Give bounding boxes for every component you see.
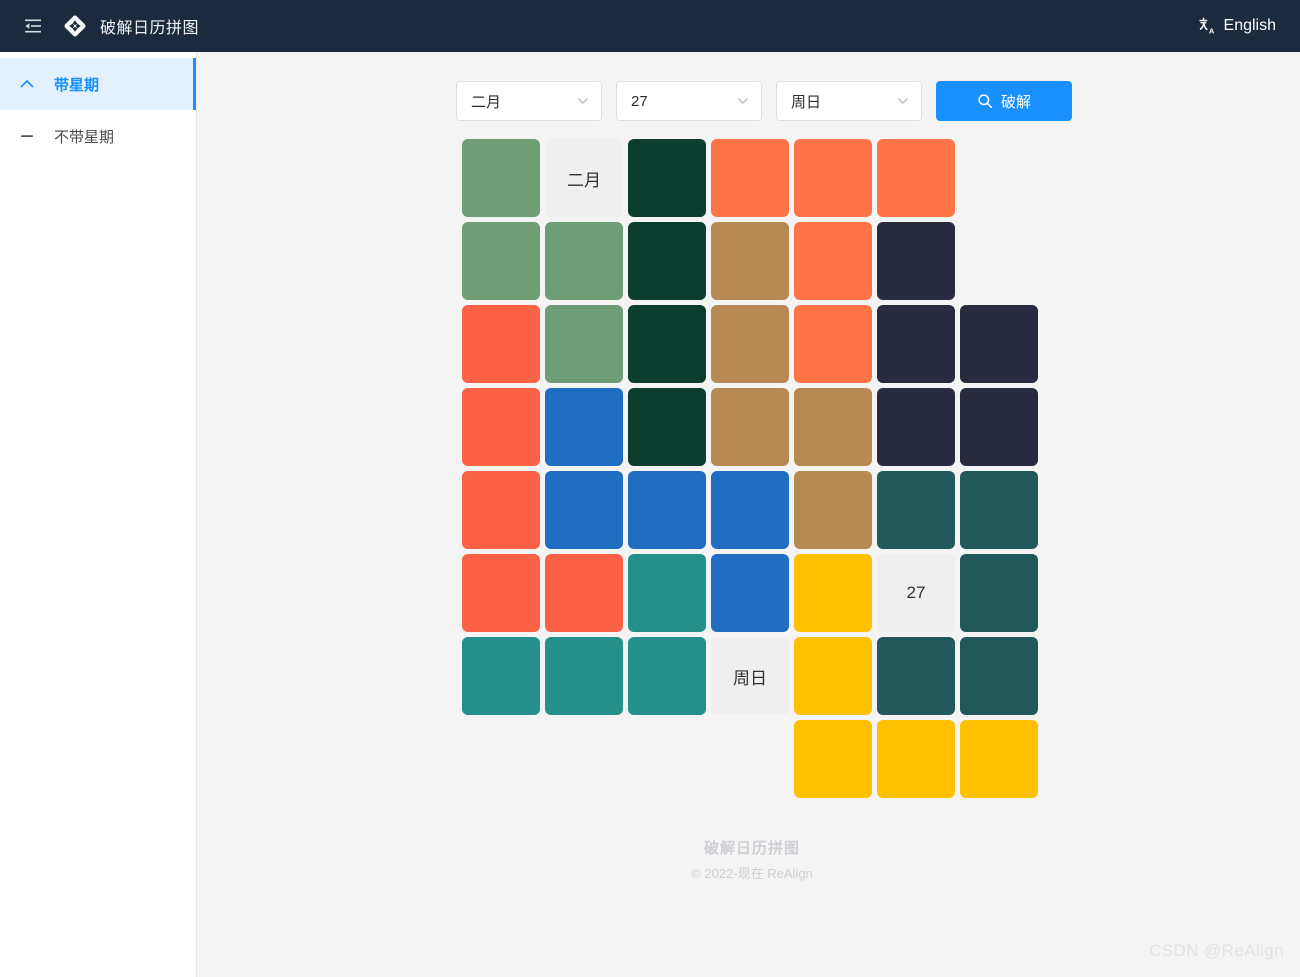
sidebar-item-without-weekday[interactable]: 不带星期 — [0, 110, 196, 162]
puzzle-toolbar: 二月 27 周日 破解 — [197, 52, 1300, 121]
board-cell-piece[interactable] — [628, 637, 706, 715]
month-select[interactable]: 二月 — [456, 81, 602, 121]
board-cell-piece[interactable] — [877, 471, 955, 549]
board-cell-piece[interactable] — [545, 222, 623, 300]
board-cell-piece[interactable] — [711, 388, 789, 466]
chevron-up-icon — [16, 73, 38, 95]
board-cell-empty — [545, 720, 623, 798]
header-left-group: 破解日历拼图 — [18, 11, 199, 41]
board-cell-piece[interactable] — [462, 554, 540, 632]
board-cell-piece[interactable] — [628, 554, 706, 632]
board-cell-label[interactable]: 周日 — [711, 637, 789, 715]
board-cell-piece[interactable] — [545, 471, 623, 549]
board-cell-piece[interactable] — [462, 388, 540, 466]
weekday-select[interactable]: 周日 — [776, 81, 922, 121]
board-cell-piece[interactable] — [462, 471, 540, 549]
board-cell-piece[interactable] — [711, 139, 789, 217]
chevron-down-icon — [578, 98, 588, 104]
board-cell-piece[interactable] — [960, 388, 1038, 466]
day-select-value: 27 — [631, 92, 648, 110]
board-cell-piece[interactable] — [877, 305, 955, 383]
search-icon — [978, 94, 992, 108]
board-cell-label[interactable]: 二月 — [545, 139, 623, 217]
board-cell-empty — [711, 720, 789, 798]
svg-text:A: A — [1208, 27, 1214, 36]
main-content: 二月 27 周日 破解 二月 27 周日 破解日历拼图 © 2022-现在 Re… — [197, 52, 1300, 977]
sidebar-item-label: 不带星期 — [54, 128, 115, 146]
board-cell-piece[interactable] — [545, 554, 623, 632]
board-cell-piece[interactable] — [628, 471, 706, 549]
solve-button-label: 破解 — [1000, 93, 1031, 111]
board-cell-piece[interactable] — [545, 388, 623, 466]
board-cell-piece[interactable] — [794, 554, 872, 632]
app-root: 破解日历拼图 A English 带星期 不带星期 二月 27 周日 破解 二月… — [0, 0, 1300, 977]
board-cell-empty — [628, 720, 706, 798]
board-cell-piece[interactable] — [711, 305, 789, 383]
board-cell-piece[interactable] — [877, 720, 955, 798]
board-cell-piece[interactable] — [794, 305, 872, 383]
minus-icon — [16, 125, 38, 147]
language-switch-button[interactable]: A English — [1195, 12, 1278, 40]
board-cell-piece[interactable] — [545, 637, 623, 715]
board-cell-piece[interactable] — [794, 720, 872, 798]
puzzle-board: 二月 27 周日 — [462, 139, 1042, 805]
translate-icon: A — [1199, 17, 1214, 36]
watermark: CSDN @ReAlign — [1149, 941, 1284, 960]
board-cell-piece[interactable] — [794, 388, 872, 466]
month-select-value: 二月 — [471, 93, 502, 111]
board-cell-piece[interactable] — [628, 388, 706, 466]
footer-title: 破解日历拼图 — [703, 840, 800, 857]
board-cell-piece[interactable] — [960, 637, 1038, 715]
board-cell-empty — [462, 720, 540, 798]
app-logo[interactable]: 破解日历拼图 — [62, 13, 199, 39]
board-cell-empty — [960, 222, 1038, 300]
chevron-down-icon — [738, 98, 748, 104]
menu-fold-icon[interactable] — [18, 11, 48, 41]
body-row: 带星期 不带星期 二月 27 周日 破解 二月 27 周日 破解日历拼图 © 2… — [0, 52, 1300, 977]
sidebar-item-label: 带星期 — [54, 76, 100, 94]
chevron-down-icon — [898, 98, 908, 104]
board-cell-piece[interactable] — [628, 139, 706, 217]
page-footer: 破解日历拼图 © 2022-现在 ReAlign — [462, 837, 1042, 882]
diamond-logo-icon — [64, 15, 86, 37]
board-cell-label[interactable]: 27 — [877, 554, 955, 632]
weekday-select-value: 周日 — [791, 93, 822, 111]
footer-copyright: © 2022-现在 ReAlign — [691, 866, 813, 881]
board-cell-piece[interactable] — [877, 222, 955, 300]
board-cell-piece[interactable] — [794, 139, 872, 217]
day-select[interactable]: 27 — [616, 81, 762, 121]
sidebar-item-with-weekday[interactable]: 带星期 — [0, 58, 196, 110]
board-cell-empty — [960, 139, 1038, 217]
sidebar: 带星期 不带星期 — [0, 52, 197, 977]
board-cell-piece[interactable] — [960, 720, 1038, 798]
board-cell-piece[interactable] — [794, 222, 872, 300]
board-cell-piece[interactable] — [960, 471, 1038, 549]
board-cell-piece[interactable] — [877, 388, 955, 466]
board-cell-piece[interactable] — [711, 222, 789, 300]
board-cell-piece[interactable] — [628, 305, 706, 383]
solve-button[interactable]: 破解 — [936, 81, 1072, 121]
board-cell-piece[interactable] — [462, 637, 540, 715]
board-cell-piece[interactable] — [545, 305, 623, 383]
board-cell-piece[interactable] — [628, 222, 706, 300]
board-cell-piece[interactable] — [462, 139, 540, 217]
app-header: 破解日历拼图 A English — [0, 0, 1300, 52]
board-cell-piece[interactable] — [960, 305, 1038, 383]
language-label: English — [1223, 17, 1276, 34]
board-cell-piece[interactable] — [462, 222, 540, 300]
board-cell-piece[interactable] — [462, 305, 540, 383]
board-cell-piece[interactable] — [711, 554, 789, 632]
board-cell-piece[interactable] — [960, 554, 1038, 632]
board-cell-piece[interactable] — [794, 471, 872, 549]
app-title: 破解日历拼图 — [100, 20, 200, 37]
board-cell-piece[interactable] — [794, 637, 872, 715]
board-cell-piece[interactable] — [711, 471, 789, 549]
board-cell-piece[interactable] — [877, 637, 955, 715]
board-cell-piece[interactable] — [877, 139, 955, 217]
